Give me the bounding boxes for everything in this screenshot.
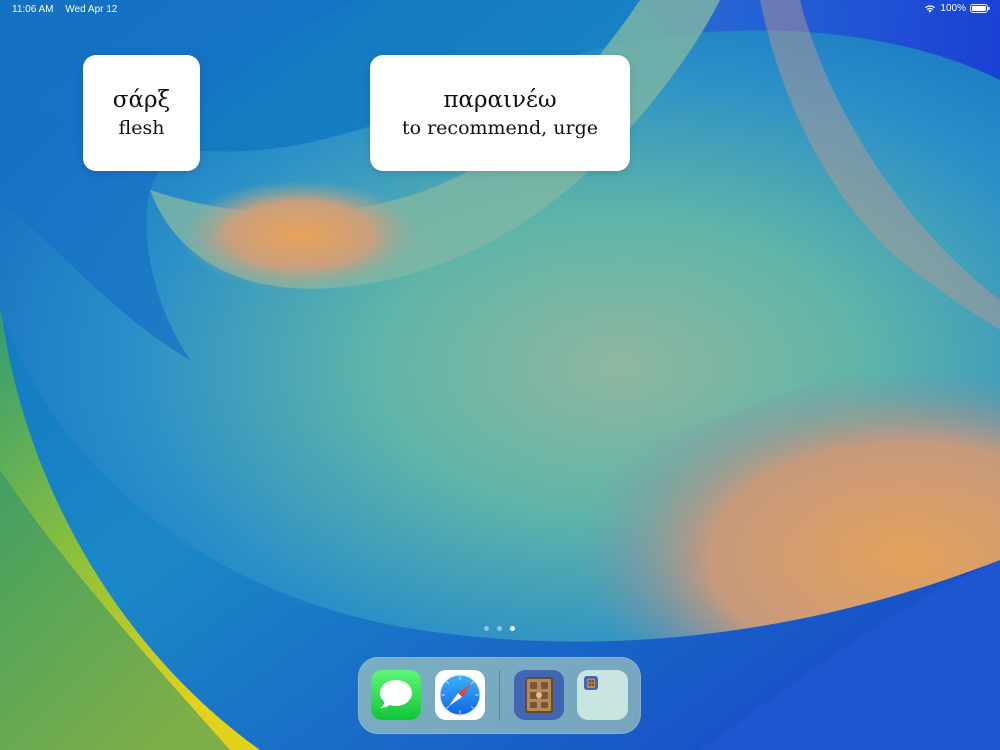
- safari-icon: [439, 674, 481, 716]
- battery-level: [972, 6, 986, 11]
- vocab-widget-small[interactable]: σάρξ flesh: [83, 55, 200, 171]
- page-dot-3[interactable]: [510, 626, 515, 631]
- widget-greek-term: σάρξ: [112, 87, 171, 113]
- safari-app[interactable]: [435, 670, 485, 720]
- status-time: 11:06 AM: [12, 4, 54, 15]
- dock: [358, 657, 641, 734]
- app-folder-icon: [584, 676, 598, 690]
- page-dot-1[interactable]: [484, 626, 489, 631]
- app-folder[interactable]: [577, 670, 628, 720]
- status-right: 100%: [924, 3, 990, 14]
- vocab-widget-medium[interactable]: παραινέω to recommend, urge: [370, 55, 630, 171]
- wifi-icon: [925, 5, 936, 13]
- widget-english-gloss: flesh: [118, 117, 165, 139]
- battery-percentage: 100%: [940, 3, 966, 14]
- page-dot-2[interactable]: [497, 626, 502, 631]
- battery-icon: [970, 4, 990, 13]
- messages-app[interactable]: [371, 670, 421, 720]
- greek-vocab-app[interactable]: [514, 670, 564, 720]
- status-date: Wed Apr 12: [65, 4, 118, 15]
- page-indicator[interactable]: [484, 626, 515, 631]
- status-left: 11:06 AM Wed Apr 12: [12, 4, 126, 15]
- status-bar: 11:06 AM Wed Apr 12 100%: [0, 0, 1000, 18]
- book-app-icon: [525, 677, 553, 713]
- widget-english-gloss: to recommend, urge: [401, 117, 598, 139]
- widget-greek-term: παραινέω: [443, 87, 557, 113]
- dock-divider: [499, 670, 500, 720]
- messages-icon: [380, 680, 412, 708]
